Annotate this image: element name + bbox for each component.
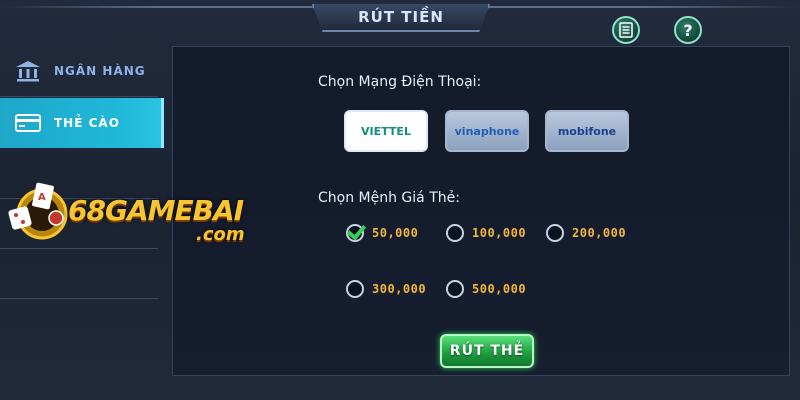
sidebar-item-label: NGÂN HÀNG bbox=[54, 64, 146, 78]
logo-text: 68GAMEBAI bbox=[68, 194, 244, 227]
radio[interactable] bbox=[446, 280, 464, 298]
denomination-option[interactable]: 300,000 bbox=[346, 280, 426, 298]
vinaphone-logo: vinaphone bbox=[451, 116, 523, 146]
carrier-viettel[interactable]: VIETTEL bbox=[344, 110, 428, 152]
sidebar-divider bbox=[0, 96, 158, 97]
carrier-name: mobifone bbox=[557, 124, 617, 138]
sidebar-item-bank[interactable]: NGÂN HÀNG bbox=[0, 46, 164, 96]
dice-icon: A bbox=[8, 182, 68, 240]
denomination-label: Chọn Mệnh Giá Thẻ: bbox=[318, 190, 460, 206]
carrier-name: VIETTEL bbox=[361, 124, 411, 138]
denomination-option[interactable]: 100,000 bbox=[446, 224, 526, 242]
question-icon: ? bbox=[683, 20, 693, 40]
denomination-value: 300,000 bbox=[372, 282, 427, 296]
history-button[interactable] bbox=[612, 16, 640, 44]
carrier-label: Chọn Mạng Điện Thoại: bbox=[318, 74, 482, 90]
radio[interactable] bbox=[446, 224, 464, 242]
radio-checked[interactable] bbox=[346, 224, 364, 242]
carrier-vinaphone[interactable]: vinaphone bbox=[445, 110, 529, 152]
site-logo: A 68GAMEBAI .com bbox=[4, 178, 264, 258]
bank-icon bbox=[14, 59, 42, 83]
submit-label: RÚT THẺ bbox=[449, 343, 525, 359]
denomination-option[interactable]: 50,000 bbox=[346, 224, 418, 242]
logo-domain: .com bbox=[196, 224, 245, 245]
background-decoration bbox=[670, 200, 790, 300]
page-title: RÚT TIỀN bbox=[358, 8, 444, 26]
sidebar-item-card[interactable]: THẺ CÀO bbox=[0, 98, 164, 148]
title-plate: RÚT TIỀN bbox=[312, 4, 490, 32]
carrier-mobifone[interactable]: mobifone bbox=[545, 110, 629, 152]
game-window: RÚT TIỀN ? NGÂN HÀNG THẺ CÀO A 68GAMEBAI… bbox=[0, 0, 800, 400]
denomination-value: 50,000 bbox=[372, 226, 419, 240]
radio[interactable] bbox=[546, 224, 564, 242]
sidebar-item-label: THẺ CÀO bbox=[54, 116, 120, 130]
mobifone-logo: mobifone bbox=[551, 116, 623, 146]
denomination-option[interactable]: 500,000 bbox=[446, 280, 526, 298]
denomination-value: 100,000 bbox=[472, 226, 527, 240]
document-icon bbox=[619, 22, 633, 38]
help-button[interactable]: ? bbox=[674, 16, 702, 44]
carrier-name: vinaphone bbox=[454, 124, 520, 138]
sidebar-divider bbox=[0, 298, 158, 299]
denomination-option[interactable]: 200,000 bbox=[546, 224, 626, 242]
svg-text:A: A bbox=[38, 192, 46, 203]
denomination-value: 200,000 bbox=[572, 226, 627, 240]
withdraw-card-button[interactable]: RÚT THẺ bbox=[440, 334, 534, 368]
radio[interactable] bbox=[346, 280, 364, 298]
card-icon bbox=[14, 111, 42, 135]
denomination-value: 500,000 bbox=[472, 282, 527, 296]
viettel-logo: VIETTEL bbox=[350, 116, 422, 146]
